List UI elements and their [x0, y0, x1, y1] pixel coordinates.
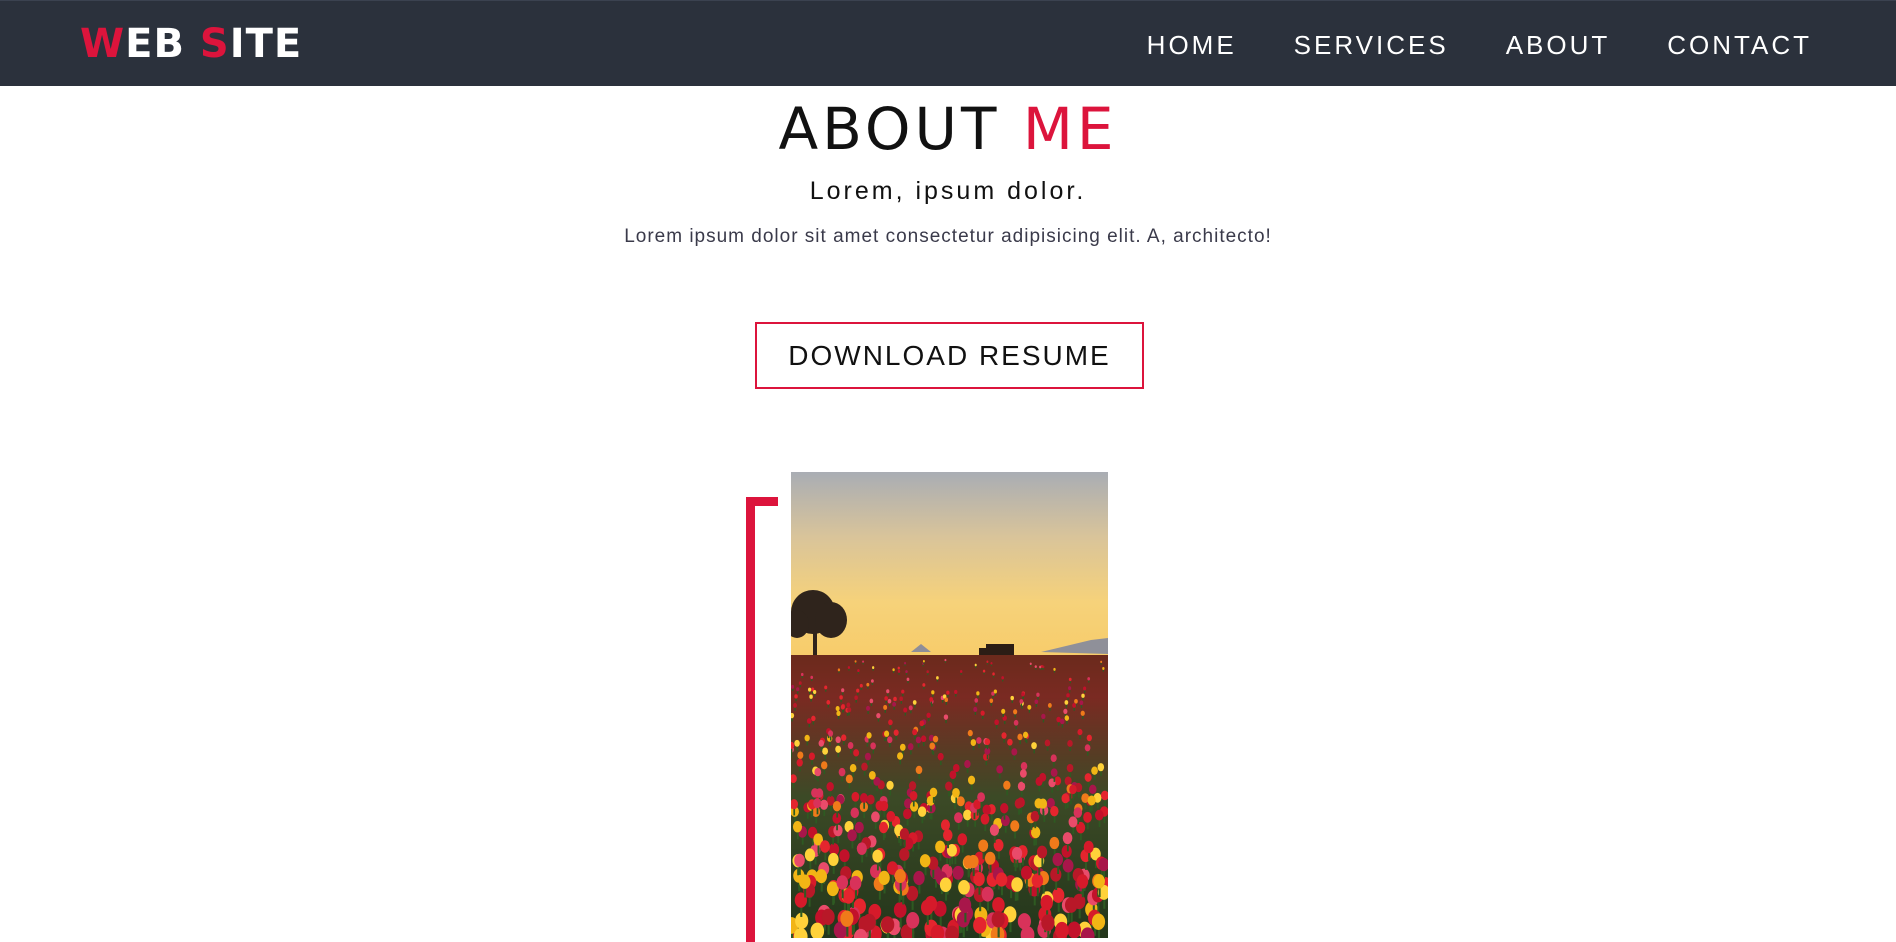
tulip-field-photo — [791, 472, 1108, 938]
top-navbar: WEB SITE HOME SERVICES ABOUT CONTACT — [0, 0, 1896, 86]
nav-contact[interactable]: CONTACT — [1667, 29, 1812, 61]
main-nav: HOME SERVICES ABOUT CONTACT — [1090, 29, 1812, 61]
logo-accent-letter: S — [199, 21, 230, 67]
logo-text: EB — [125, 21, 200, 67]
about-heading: ABOUT ME — [0, 94, 1896, 164]
about-description: Lorem ipsum dolor sit amet consectetur a… — [624, 226, 1272, 247]
heading-accent-text: ME — [1022, 95, 1118, 163]
logo-text: ITE — [229, 21, 303, 67]
nav-services[interactable]: SERVICES — [1294, 29, 1449, 61]
nav-home[interactable]: HOME — [1147, 29, 1237, 61]
download-resume-button[interactable]: DOWNLOAD RESUME — [755, 322, 1144, 389]
heading-main-text: ABOUT — [778, 95, 1023, 163]
about-subtitle: Lorem, ipsum dolor. — [809, 177, 1087, 205]
site-logo[interactable]: WEB SITE — [80, 20, 302, 68]
nav-about[interactable]: ABOUT — [1506, 29, 1611, 61]
decorative-bracket-vertical — [746, 497, 755, 942]
logo-accent-letter: W — [80, 21, 126, 67]
decorative-bracket-horizontal — [746, 497, 778, 506]
